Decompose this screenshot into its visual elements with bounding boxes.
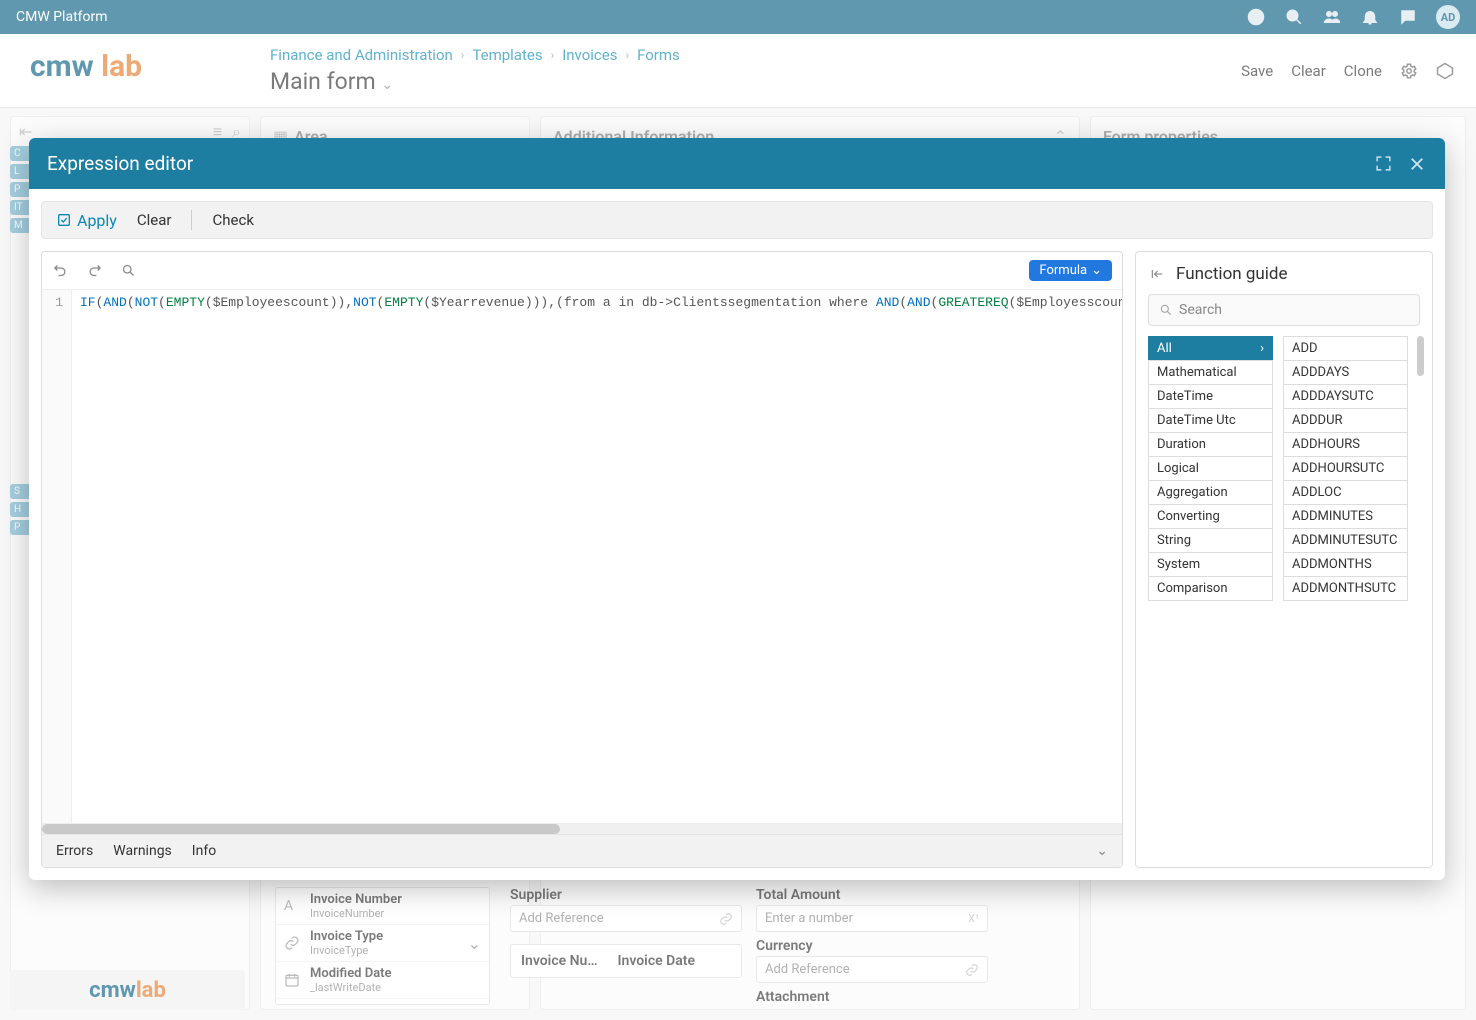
guide-category-item[interactable]: Logical [1148,456,1273,481]
expand-icon[interactable] [1373,154,1393,174]
scrollbar-thumb[interactable] [1417,336,1424,376]
undo-icon[interactable] [52,263,68,279]
guide-function-item[interactable]: ADDDAYSUTC [1283,384,1408,409]
chevron-down-icon[interactable]: ⌄ [1096,843,1108,859]
formula-dropdown[interactable]: Formula ⌄ [1029,260,1112,281]
modal-title: Expression editor [47,152,193,175]
guide-category-item[interactable]: Comparison [1148,576,1273,601]
guide-title: Function guide [1176,264,1288,284]
close-icon[interactable] [1407,154,1427,174]
check-button[interactable]: Check [212,211,253,229]
guide-function-item[interactable]: ADDLOC [1283,480,1408,505]
guide-category-item[interactable]: System [1148,552,1273,577]
guide-search-input[interactable]: Search [1148,294,1420,326]
chevron-right-icon: › [1260,341,1264,356]
errors-tab[interactable]: Errors [56,843,93,859]
line-number: 1 [55,295,63,310]
code-editor[interactable]: 1 IF(AND(NOT(EMPTY($Employeescount)),NOT… [42,290,1122,823]
separator [191,210,192,230]
guide-category-item[interactable]: Converting [1148,504,1273,529]
horizontal-scrollbar[interactable] [42,823,1122,834]
guide-function-item[interactable]: ADDMINUTES [1283,504,1408,529]
warnings-tab[interactable]: Warnings [113,843,172,859]
guide-function-item[interactable]: ADD [1283,336,1408,361]
guide-function-item[interactable]: ADDHOURSUTC [1283,456,1408,481]
guide-category-item[interactable]: Aggregation [1148,480,1273,505]
guide-category-item[interactable]: String [1148,528,1273,553]
guide-category-item[interactable]: All› [1148,336,1273,361]
guide-function-item[interactable]: ADDMONTHS [1283,552,1408,577]
guide-function-item[interactable]: ADDMONTHSUTC [1283,576,1408,601]
clear-button[interactable]: Clear [137,211,172,229]
guide-category-item[interactable]: DateTime Utc [1148,408,1273,433]
guide-function-item[interactable]: ADDHOURS [1283,432,1408,457]
redo-icon[interactable] [86,263,102,279]
guide-function-item[interactable]: ADDDUR [1283,408,1408,433]
guide-function-item[interactable]: ADDMINUTESUTC [1283,528,1408,553]
info-tab[interactable]: Info [192,843,216,859]
apply-button[interactable]: Apply [56,211,117,230]
search-icon[interactable] [120,263,136,279]
guide-category-item[interactable]: Duration [1148,432,1273,457]
collapse-icon[interactable] [1148,267,1166,281]
guide-category-item[interactable]: DateTime [1148,384,1273,409]
guide-function-item[interactable]: ADDDAYS [1283,360,1408,385]
chevron-down-icon: ⌄ [1091,263,1102,278]
expression-editor-modal: Expression editor Apply Clear Check [29,138,1445,880]
guide-category-item[interactable]: Mathematical [1148,360,1273,385]
